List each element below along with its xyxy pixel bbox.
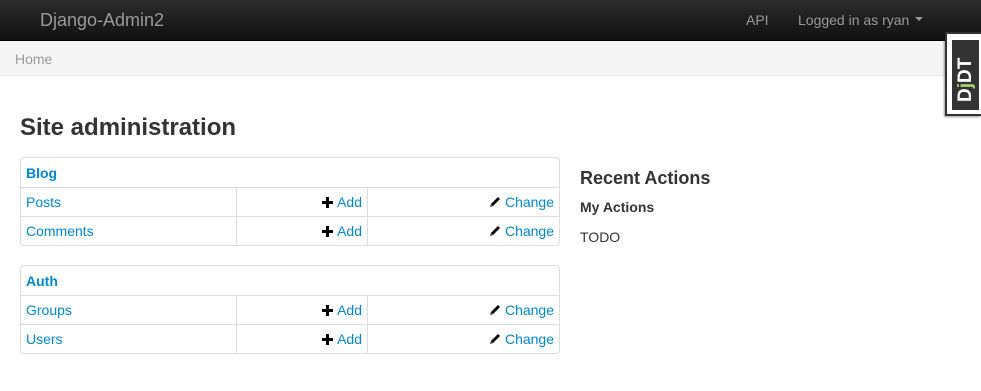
model-link-users[interactable]: Users — [26, 331, 63, 347]
change-label: Change — [504, 331, 554, 347]
page-title: Site administration — [20, 114, 237, 141]
add-groups-button[interactable]: Add — [322, 302, 362, 318]
change-label: Change — [504, 223, 554, 239]
change-comments-button[interactable]: Change — [489, 223, 554, 239]
user-menu-dropdown[interactable]: Logged in as ryan — [798, 12, 924, 29]
pencil-icon — [489, 226, 500, 237]
my-actions-heading: My Actions — [580, 199, 655, 215]
change-groups-button[interactable]: Change — [489, 302, 554, 318]
pencil-icon — [489, 305, 500, 316]
table-row: Groups Add Change — [21, 295, 559, 324]
brand-link[interactable]: Django-Admin2 — [40, 9, 164, 31]
caret-down-icon — [915, 17, 924, 22]
recent-actions-content: TODO — [580, 229, 621, 245]
add-users-button[interactable]: Add — [322, 331, 362, 347]
app-header-auth: Auth — [21, 266, 559, 295]
breadcrumb: Home — [0, 41, 981, 76]
model-link-groups[interactable]: Groups — [26, 302, 72, 318]
pencil-icon — [489, 197, 500, 208]
top-navbar: Django-Admin2 API Logged in as ryan — [0, 0, 981, 41]
api-link[interactable]: API — [746, 12, 769, 29]
user-menu-label: Logged in as ryan — [798, 12, 910, 28]
breadcrumb-home[interactable]: Home — [15, 51, 52, 67]
svg-text:DjDT: DjDT — [955, 57, 976, 102]
add-comments-button[interactable]: Add — [322, 223, 362, 239]
djdt-logo: DjDT — [952, 40, 979, 110]
change-label: Change — [504, 302, 554, 318]
add-posts-button[interactable]: Add — [322, 194, 362, 210]
plus-icon — [322, 304, 334, 316]
app-table-blog: Blog Posts Add Change Comments Add Chang… — [20, 157, 560, 246]
add-label: Add — [337, 223, 362, 239]
model-link-comments[interactable]: Comments — [26, 223, 94, 239]
plus-icon — [322, 333, 334, 345]
app-link-blog[interactable]: Blog — [26, 165, 57, 181]
app-header-blog: Blog — [21, 158, 559, 187]
pencil-icon — [489, 334, 500, 345]
add-label: Add — [337, 194, 362, 210]
app-link-auth[interactable]: Auth — [26, 273, 58, 289]
change-users-button[interactable]: Change — [489, 331, 554, 347]
table-row: Posts Add Change — [21, 187, 559, 216]
recent-actions-title: Recent Actions — [580, 168, 711, 188]
change-label: Change — [504, 194, 554, 210]
debug-toolbar-handle[interactable]: DjDT — [945, 32, 981, 116]
add-label: Add — [337, 331, 362, 347]
table-row: Users Add Change — [21, 324, 559, 353]
add-label: Add — [337, 302, 362, 318]
app-table-auth: Auth Groups Add Change Users Add Change — [20, 265, 560, 354]
plus-icon — [322, 225, 334, 237]
table-row: Comments Add Change — [21, 216, 559, 245]
model-link-posts[interactable]: Posts — [26, 194, 61, 210]
plus-icon — [322, 196, 334, 208]
change-posts-button[interactable]: Change — [489, 194, 554, 210]
